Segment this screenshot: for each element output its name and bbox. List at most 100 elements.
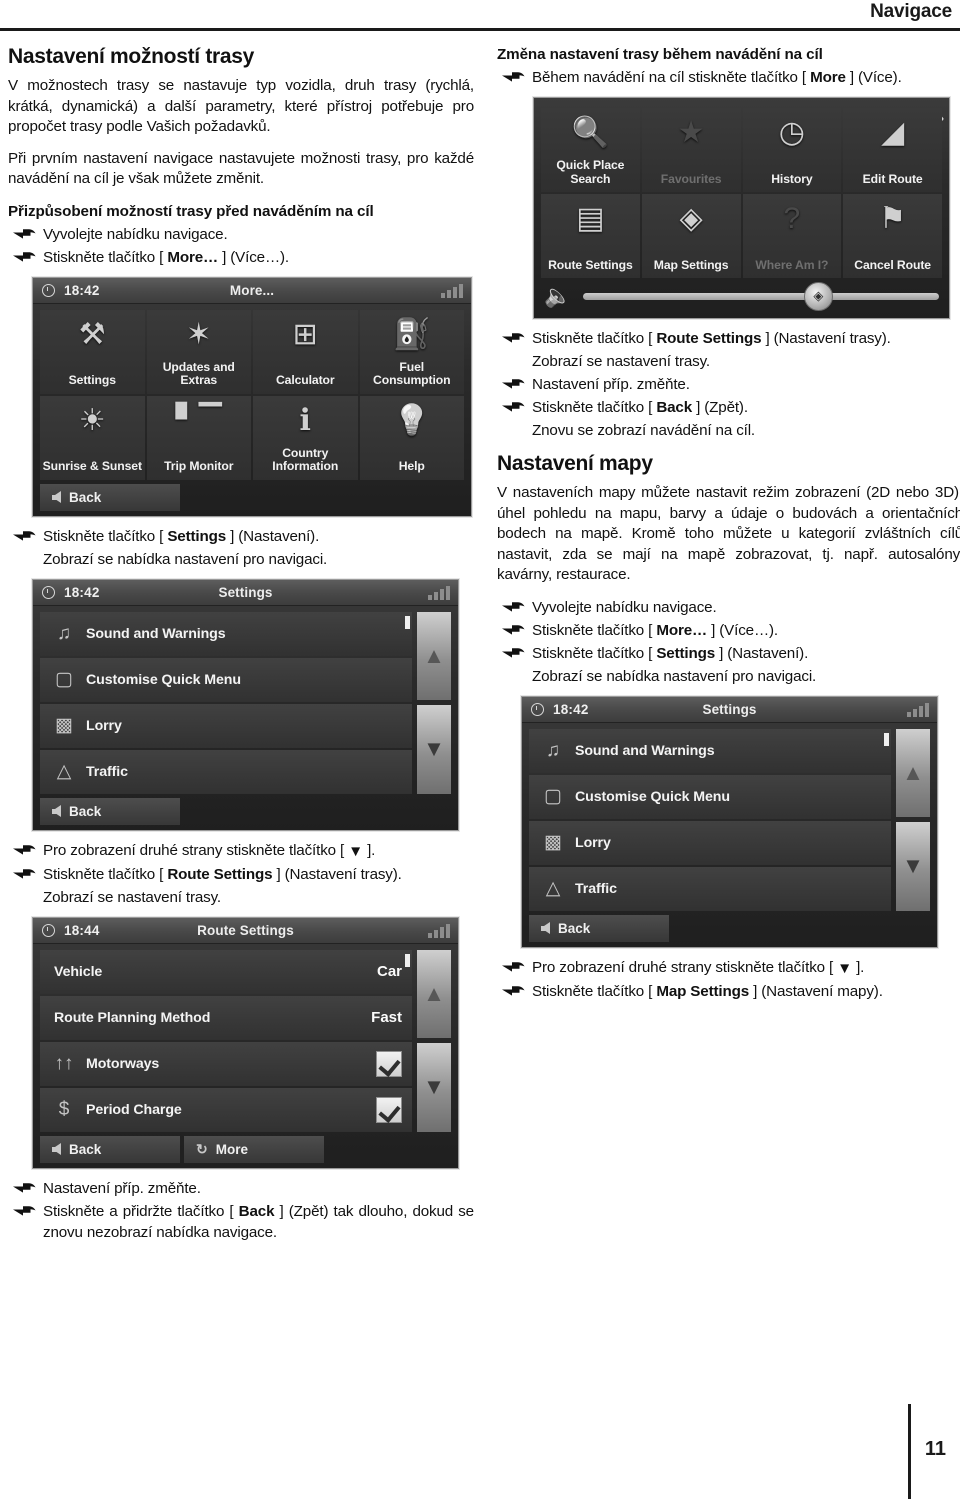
back-button[interactable]: Back <box>529 914 669 942</box>
bar-chart-icon: ▘▔ <box>175 403 222 437</box>
scroll-position-marker <box>405 615 410 629</box>
back-button-label: Back <box>69 489 102 505</box>
volume-slider-knob[interactable]: ◈ <box>803 281 833 311</box>
tile-help[interactable]: 💡 Help <box>359 395 464 480</box>
back-button[interactable]: Back <box>40 1135 180 1163</box>
step-text-suffix: ] (Nastavení trasy). <box>272 865 402 883</box>
page-number: 11 <box>924 1438 946 1460</box>
tile-quick-place-search[interactable]: 🔍 Quick Place Search <box>541 108 640 192</box>
list-item-label: Sound and Warnings <box>86 625 226 642</box>
step-text-prefix: Během navádění na cíl stiskněte tlačítko… <box>532 69 811 86</box>
warning-triangle-icon: △ <box>545 878 561 899</box>
tile-where-am-i[interactable]: ? Where Am I? <box>742 194 842 278</box>
list-item-sound-and-warnings[interactable]: ♫ Sound and Warnings <box>40 611 412 656</box>
list-item-route-planning-method[interactable]: Route Planning Method Fast <box>40 995 412 1040</box>
instruction-step: Stiskněte tlačítko [ More… ] (Více…). <box>497 620 960 641</box>
button-ref-back: Back <box>656 399 693 416</box>
step-note: Zobrazí se nabídka nastavení pro navigac… <box>43 550 328 568</box>
step-text-suffix: ] (Zpět). <box>692 399 748 416</box>
more-button[interactable]: ↻ More <box>184 1135 324 1163</box>
step-text-prefix: Stiskněte tlačítko [ <box>532 399 657 416</box>
pointing-hand-icon <box>501 622 526 638</box>
list-item-label: Lorry <box>575 834 611 851</box>
arrow-down-icon: ▼ <box>423 1074 445 1100</box>
instruction-step: Během navádění na cíl stiskněte tlačítko… <box>497 67 960 88</box>
toll-icon: $ <box>58 1098 70 1120</box>
tile-updates-and-extras[interactable]: ✶ Updates and Extras <box>146 309 251 394</box>
arrow-left-icon <box>52 491 61 503</box>
list-item-motorways[interactable]: ↑↑ Motorways <box>40 1041 412 1086</box>
screen-titlebar: 18:44 Route Settings <box>33 917 458 944</box>
tile-trip-monitor[interactable]: ▘▔ Trip Monitor <box>146 395 251 480</box>
scroll-down-button[interactable]: ▼ <box>417 1043 451 1132</box>
list-item-traffic[interactable]: △ Traffic <box>529 866 891 911</box>
tile-map-settings[interactable]: ◈ Map Settings <box>641 194 741 278</box>
step-text: Vyvolejte nabídku navigace. <box>43 225 228 243</box>
list-item-customise-quick-menu[interactable]: ▢ Customise Quick Menu <box>529 774 891 819</box>
screen-bottom-bar: Back ↻ More <box>33 1132 458 1168</box>
calculator-icon: ⊞ <box>292 317 318 351</box>
list-item-customise-quick-menu[interactable]: ▢ Customise Quick Menu <box>40 657 412 702</box>
tile-calculator[interactable]: ⊞ Calculator <box>253 309 358 394</box>
header-divider <box>0 28 960 31</box>
tile-edit-route[interactable]: ◢ Edit Route <box>843 108 942 192</box>
tile-history[interactable]: ◷ History <box>742 108 842 192</box>
route-settings-rows: Vehicle Car Route Planning Method Fast ↑… <box>40 949 412 1132</box>
tile-label: Calculator <box>275 373 335 387</box>
list-item-traffic[interactable]: △ Traffic <box>40 749 412 794</box>
tile-route-settings[interactable]: ▤ Route Settings <box>541 194 640 278</box>
back-button[interactable]: Back <box>40 483 180 511</box>
pointing-hand-icon <box>501 399 526 415</box>
tile-cancel-route[interactable]: ⚑ Cancel Route <box>843 194 942 278</box>
back-button[interactable]: Back <box>40 797 180 825</box>
scroll-up-button[interactable]: ▲ <box>417 949 451 1038</box>
tile-label: Settings <box>68 373 116 387</box>
scroll-up-button[interactable]: ▲ <box>417 611 451 700</box>
checkbox-period-charge[interactable] <box>376 1096 402 1123</box>
tile-favourites[interactable]: ★ Favourites <box>641 108 741 192</box>
signal-bars-icon <box>907 702 929 717</box>
pointing-hand-icon <box>501 983 526 999</box>
checkbox-motorways[interactable] <box>376 1050 402 1077</box>
pointing-hand-icon <box>12 842 37 858</box>
tile-settings[interactable]: ⚒ Settings <box>40 309 145 394</box>
instruction-step: Vyvolejte nabídku navigace. <box>8 224 474 245</box>
screen-title: Route Settings <box>197 922 294 938</box>
button-ref-route-settings: Route Settings <box>167 865 273 883</box>
tile-label: Cancel Route <box>854 257 931 272</box>
list-item-lorry[interactable]: ▩ Lorry <box>529 820 891 865</box>
tile-label: Edit Route <box>862 171 923 186</box>
list-item-lorry[interactable]: ▩ Lorry <box>40 703 412 748</box>
arrow-down-icon: ▼ <box>348 842 364 860</box>
list-item-sound-and-warnings[interactable]: ♫ Sound and Warnings <box>529 728 891 773</box>
tile-country-information[interactable]: ℹ Country Information <box>253 395 358 480</box>
back-button-label: Back <box>558 920 591 936</box>
arrow-down-icon: ▼ <box>837 959 853 977</box>
step-text-suffix: ] (Více). <box>845 69 902 86</box>
instruction-step: Stiskněte tlačítko [ More… ] (Více…). <box>8 247 474 268</box>
scroll-down-button[interactable]: ▼ <box>417 705 451 794</box>
settings-rows: ♫ Sound and Warnings ▢ Customise Quick M… <box>40 611 412 794</box>
scroll-up-button[interactable]: ▲ <box>896 728 930 817</box>
volume-slider-track[interactable]: ◈ <box>583 281 939 311</box>
speaker-icon[interactable]: 🔈 <box>544 283 571 309</box>
list-item-label: Sound and Warnings <box>575 742 715 759</box>
instruction-step: Stiskněte tlačítko [ Route Settings ] (N… <box>497 328 960 349</box>
list-item-period-charge[interactable]: $ Period Charge <box>40 1087 412 1132</box>
step-text-suffix: ]. <box>852 958 865 976</box>
fuel-can-icon: ⛽ <box>393 317 431 351</box>
tile-sunrise-and-sunset[interactable]: ☀ Sunrise & Sunset <box>40 395 145 480</box>
tile-label: Where Am I? <box>755 257 829 272</box>
pointing-hand-icon <box>501 959 526 975</box>
intro-paragraph-2: Při prvním nastavení navigace nastavujet… <box>8 149 474 188</box>
footer-divider <box>908 1404 911 1499</box>
step-text-prefix: Stiskněte tlačítko [ <box>532 330 657 347</box>
screen-bottom-bar: Back <box>33 480 471 516</box>
scroll-down-button[interactable]: ▼ <box>896 822 930 911</box>
list-item-vehicle[interactable]: Vehicle Car <box>40 949 412 994</box>
screen-titlebar: 18:42 More... <box>33 277 471 304</box>
tile-label: Sunrise & Sunset <box>42 459 142 473</box>
button-ref-back: Back <box>238 1202 275 1220</box>
list-item-label: Traffic <box>86 763 128 780</box>
tile-fuel-consumption[interactable]: ⛽ Fuel Consumption <box>359 309 464 394</box>
